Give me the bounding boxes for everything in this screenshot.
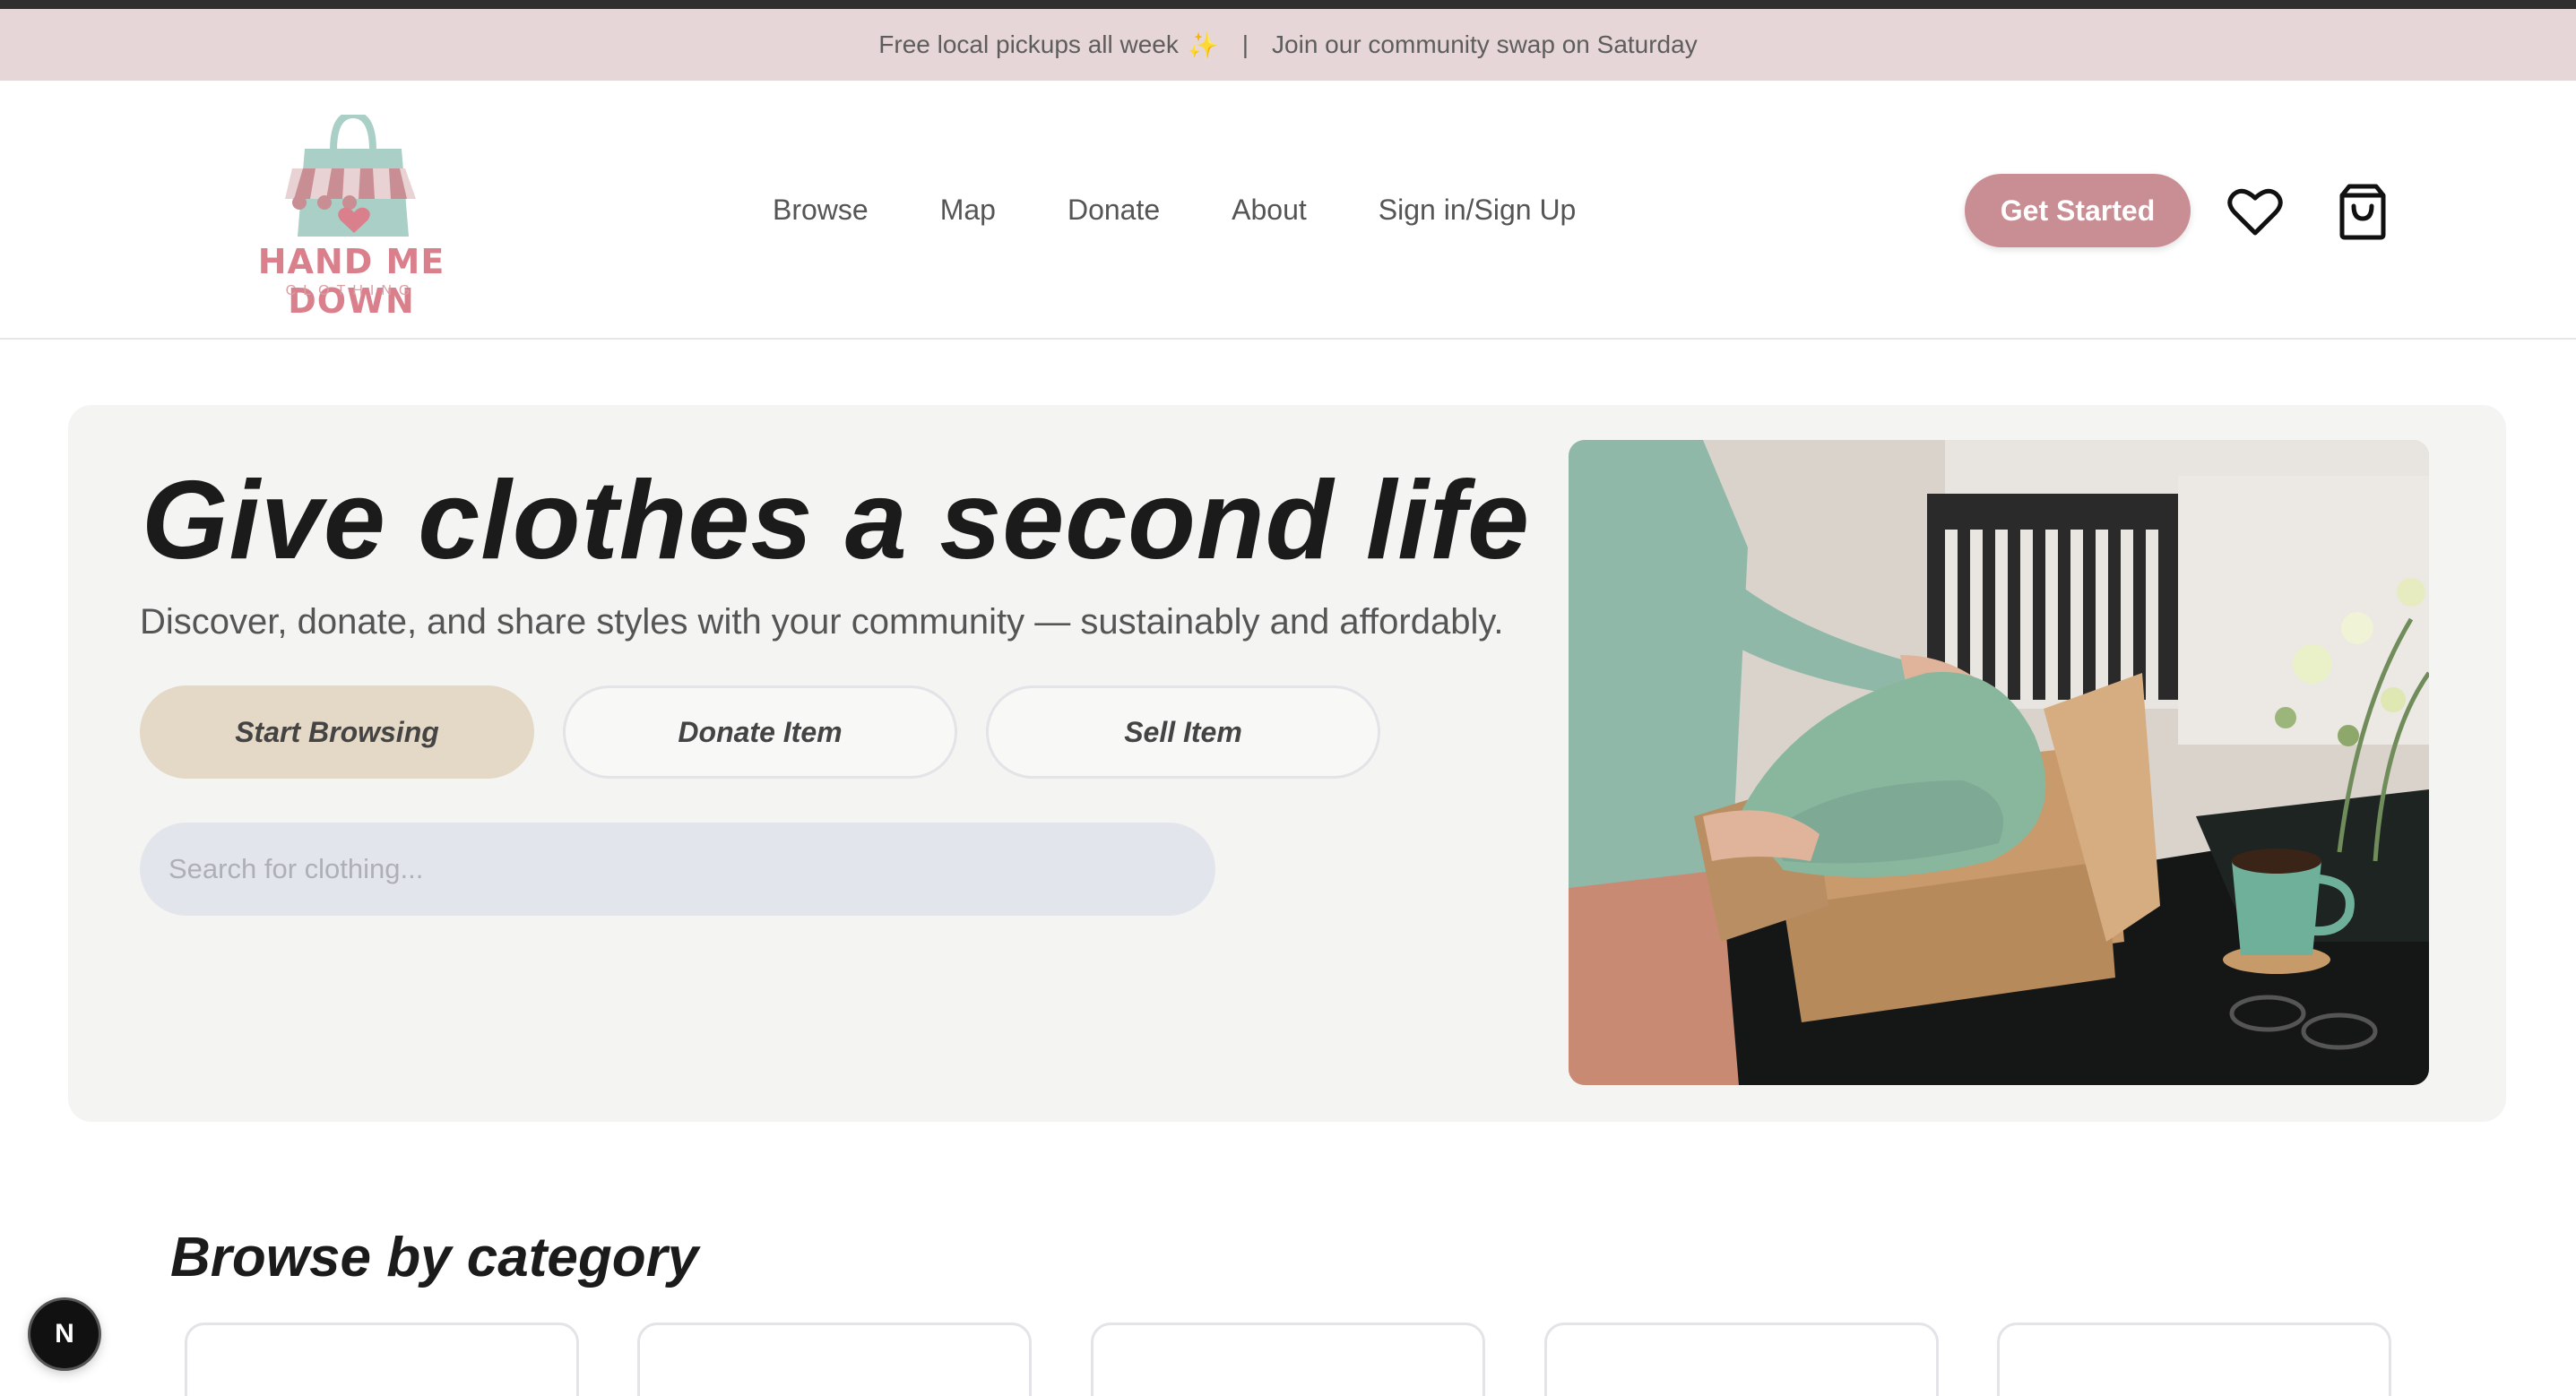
category-card[interactable] [1997, 1323, 2391, 1396]
announcement-right-text: Join our community swap on Saturday [1272, 30, 1698, 58]
nav-browse[interactable]: Browse [773, 194, 869, 227]
nav-sign-in[interactable]: Sign in/Sign Up [1379, 194, 1577, 227]
logo-subtitle: CLOTHING [285, 283, 418, 298]
category-card[interactable] [637, 1323, 1032, 1396]
hero-photo-illustration [1569, 440, 2429, 1085]
category-card[interactable] [1544, 1323, 1939, 1396]
hero-section: Give clothes a second life Discover, don… [68, 405, 2506, 1122]
wishlist-button[interactable] [2226, 182, 2285, 241]
hero-subtitle: Discover, donate, and share styles with … [140, 602, 1504, 642]
logo-title: HAND ME DOWN [257, 242, 445, 321]
top-strip [0, 0, 2576, 9]
search-input[interactable] [140, 823, 1215, 916]
announcement-left-text: Free local pickups all week [878, 30, 1179, 58]
sell-item-button[interactable]: Sell Item [986, 685, 1380, 779]
shop-bag-logo-icon [285, 115, 416, 237]
main-nav: Browse Map Donate About Sign in/Sign Up [773, 81, 1576, 340]
browse-by-category-title: Browse by category [170, 1227, 699, 1288]
donate-item-button[interactable]: Donate Item [563, 685, 957, 779]
nav-map[interactable]: Map [940, 194, 996, 227]
heart-icon [2227, 188, 2283, 236]
site-header: HAND ME DOWN CLOTHING Browse Map Donate … [0, 81, 2576, 340]
hero-image [1569, 440, 2429, 1085]
dev-tools-badge[interactable]: N [30, 1300, 99, 1368]
announcement-separator: | [1241, 30, 1249, 58]
cart-button[interactable] [2333, 182, 2392, 241]
get-started-button[interactable]: Get Started [1965, 174, 2191, 247]
category-card[interactable] [1091, 1323, 1485, 1396]
nav-donate[interactable]: Donate [1068, 194, 1160, 227]
sparkle-icon: ✨ [1187, 30, 1219, 59]
shopping-bag-icon [2339, 184, 2386, 240]
announcement-bar: Free local pickups all week ✨ | Join our… [0, 9, 2576, 81]
start-browsing-button[interactable]: Start Browsing [140, 685, 534, 779]
logo[interactable]: HAND ME DOWN CLOTHING [217, 115, 486, 321]
hero-title: Give clothes a second life [142, 459, 1530, 582]
category-card[interactable] [185, 1323, 579, 1396]
nav-about[interactable]: About [1232, 194, 1307, 227]
